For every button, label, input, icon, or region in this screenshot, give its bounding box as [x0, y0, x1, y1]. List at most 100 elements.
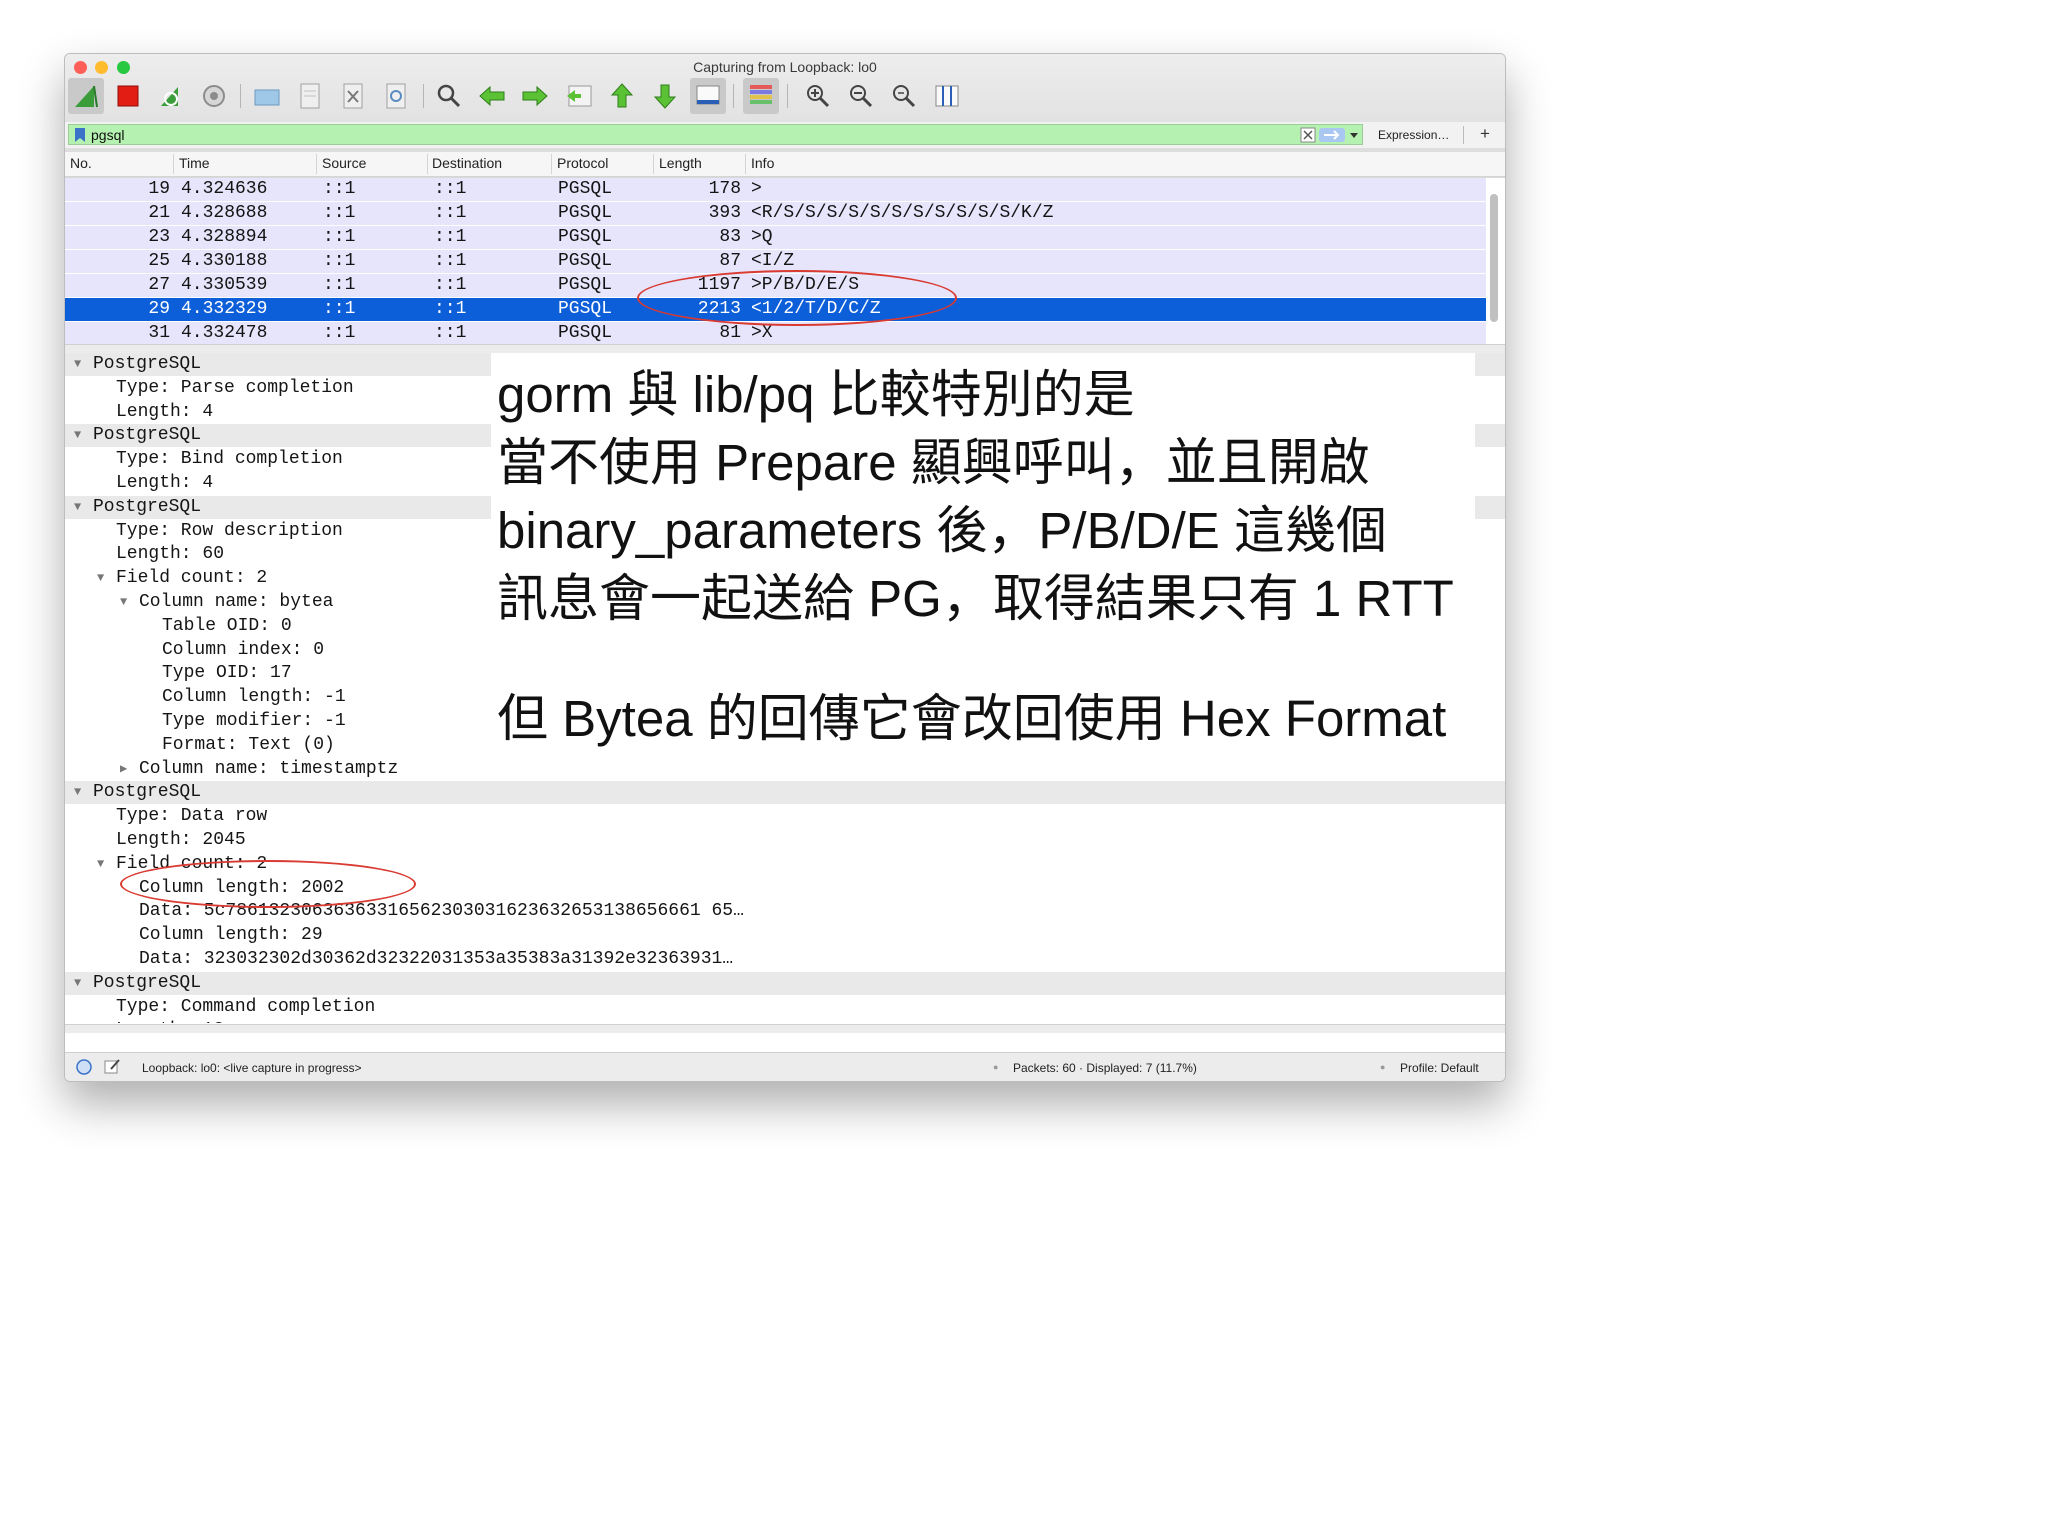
clear-filter-icon[interactable]	[1300, 127, 1316, 143]
packet-protocol: PGSQL	[558, 227, 613, 247]
autoscroll-button[interactable]	[690, 78, 726, 114]
tree-item[interactable]: Column length: 29	[65, 924, 1505, 947]
packet-row-selected[interactable]: 29 4.332329 ::1 ::1 PGSQL 2213 <1/2/T/D/…	[65, 298, 1486, 321]
go-to-packet-button[interactable]	[561, 78, 597, 114]
filter-text: pgsql	[91, 127, 125, 143]
save-file-icon	[300, 83, 320, 109]
packet-bytes-pane	[65, 1033, 1505, 1051]
profile-text[interactable]: Profile: Default	[1400, 1061, 1479, 1075]
annotation-text-2: 當不使用 Prepare 顯興呼叫，並且開啟	[497, 434, 1370, 491]
gear-options-icon	[203, 85, 225, 107]
filter-bar-separator	[1463, 126, 1464, 144]
column-divider	[173, 154, 174, 174]
expression-button[interactable]: Expression…	[1378, 128, 1449, 142]
capture-options-button[interactable]	[196, 78, 232, 114]
expert-info-circle-icon[interactable]	[75, 1058, 93, 1076]
packet-length: 1197	[697, 275, 741, 295]
tree-item[interactable]: Length: 13	[65, 1019, 1505, 1023]
column-header-source[interactable]: Source	[322, 155, 366, 171]
last-packet-icon	[653, 84, 677, 109]
tree-item-label: Length: 13	[116, 1019, 224, 1023]
packet-row[interactable]: 27 4.330539 ::1 ::1 PGSQL 1197 >P/B/D/E/…	[65, 274, 1486, 297]
save-file-button[interactable]	[292, 78, 328, 114]
zoom-in-button[interactable]	[800, 78, 836, 114]
packet-row[interactable]: 23 4.328894 ::1 ::1 PGSQL 83 >Q	[65, 226, 1486, 249]
packet-source: ::1	[323, 179, 356, 199]
first-packet-button[interactable]	[604, 78, 640, 114]
tree-item[interactable]: Data: 5c78613230636363316562303031623632…	[65, 900, 1505, 923]
packet-list-scrollbar[interactable]	[1490, 194, 1498, 322]
packet-length: 87	[719, 251, 741, 271]
expand-triangle-down-icon[interactable]: ▼	[74, 424, 81, 447]
tree-item[interactable]: Type: Data row	[65, 805, 1505, 828]
expand-triangle-down-icon[interactable]: ▼	[97, 853, 104, 876]
last-packet-button[interactable]	[647, 78, 683, 114]
normal-size-button[interactable]	[886, 78, 922, 114]
display-filter-input[interactable]: pgsql	[68, 124, 1363, 145]
start-capture-button[interactable]	[68, 78, 104, 114]
zoom-out-button[interactable]	[843, 78, 879, 114]
tree-item-label: Type: Row description	[116, 521, 343, 541]
tree-item[interactable]: ▼ Field count: 2	[65, 853, 1505, 876]
tree-item[interactable]: Data: 323032302d30362d32322031353a35383a…	[65, 948, 1505, 971]
go-forward-button[interactable]	[517, 78, 553, 114]
zoom-out-icon	[850, 85, 873, 108]
find-packet-button[interactable]	[431, 78, 467, 114]
tree-item-label: Type: Parse completion	[116, 378, 354, 398]
apply-filter-arrow-icon[interactable]	[1319, 127, 1345, 143]
expand-triangle-down-icon[interactable]: ▼	[97, 567, 104, 590]
column-header-protocol[interactable]: Protocol	[557, 155, 608, 171]
stop-square-icon	[117, 85, 139, 107]
resize-columns-icon	[935, 85, 959, 107]
tree-protocol-header[interactable]: ▼ PostgreSQL	[65, 972, 1505, 995]
annotation-text-4: 訊息會一起送給 PG，取得結果只有 1 RTT	[497, 570, 1454, 627]
expand-triangle-down-icon[interactable]: ▼	[74, 496, 81, 519]
toolbar-separator	[423, 84, 424, 108]
packet-time: 4.324636	[181, 179, 268, 199]
tree-item[interactable]: Length: 2045	[65, 829, 1505, 852]
packet-row[interactable]: 19 4.324636 ::1 ::1 PGSQL 178 >	[65, 178, 1486, 201]
edit-comment-icon[interactable]	[103, 1057, 121, 1075]
reload-file-button[interactable]	[378, 78, 414, 114]
go-back-button[interactable]	[474, 78, 510, 114]
packet-length: 178	[708, 179, 741, 199]
tree-item[interactable]: Type: Command completion	[65, 996, 1505, 1019]
expand-triangle-down-icon[interactable]: ▼	[74, 353, 81, 376]
open-file-button[interactable]	[249, 78, 285, 114]
go-to-packet-icon	[567, 85, 592, 107]
column-header-length[interactable]: Length	[659, 155, 702, 171]
packet-time: 4.330188	[181, 251, 268, 271]
tree-protocol-header[interactable]: ▼ PostgreSQL	[65, 781, 1505, 804]
capture-status-text: Loopback: lo0: <live capture in progress…	[142, 1061, 362, 1075]
packet-destination: ::1	[434, 299, 467, 319]
packet-row[interactable]: 21 4.328688 ::1 ::1 PGSQL 393 <R/S/S/S/S…	[65, 202, 1486, 225]
packet-no: 21	[148, 203, 170, 223]
tree-item-label: Type OID: 17	[162, 663, 292, 683]
stop-capture-button[interactable]	[110, 78, 146, 114]
packet-time: 4.328894	[181, 227, 268, 247]
expand-triangle-down-icon[interactable]: ▼	[74, 781, 81, 804]
tree-item-label: PostgreSQL	[93, 425, 202, 445]
packet-row[interactable]: 31 4.332478 ::1 ::1 PGSQL 81 >X	[65, 322, 1486, 345]
packet-row[interactable]: 25 4.330188 ::1 ::1 PGSQL 87 <I/Z	[65, 250, 1486, 273]
column-header-info[interactable]: Info	[751, 155, 774, 171]
restart-capture-button[interactable]	[153, 78, 189, 114]
column-header-no[interactable]: No.	[70, 155, 92, 171]
window-title: Capturing from Loopback: lo0	[693, 59, 877, 75]
add-filter-button[interactable]: +	[1480, 124, 1490, 144]
expand-triangle-down-icon[interactable]: ▼	[120, 591, 127, 614]
filter-history-chevron-down-icon[interactable]	[1349, 131, 1359, 141]
column-header-time[interactable]: Time	[179, 155, 210, 171]
annotation-text-3: binary_parameters 後，P/B/D/E 這幾個	[497, 502, 1387, 559]
close-file-button[interactable]	[335, 78, 371, 114]
column-header-destination[interactable]: Destination	[432, 155, 502, 171]
tree-item[interactable]: Column length: 2002	[65, 877, 1505, 900]
bookmark-icon[interactable]	[75, 128, 85, 142]
colorize-button[interactable]	[743, 78, 779, 114]
expand-triangle-right-icon[interactable]: ▶	[120, 758, 127, 781]
expand-triangle-down-icon[interactable]: ▼	[74, 972, 81, 995]
packet-count-text: Packets: 60 · Displayed: 7 (11.7%)	[1013, 1061, 1197, 1075]
tree-item-label: Length: 4	[116, 402, 214, 422]
packet-destination: ::1	[434, 203, 467, 223]
resize-columns-button[interactable]	[929, 78, 965, 114]
